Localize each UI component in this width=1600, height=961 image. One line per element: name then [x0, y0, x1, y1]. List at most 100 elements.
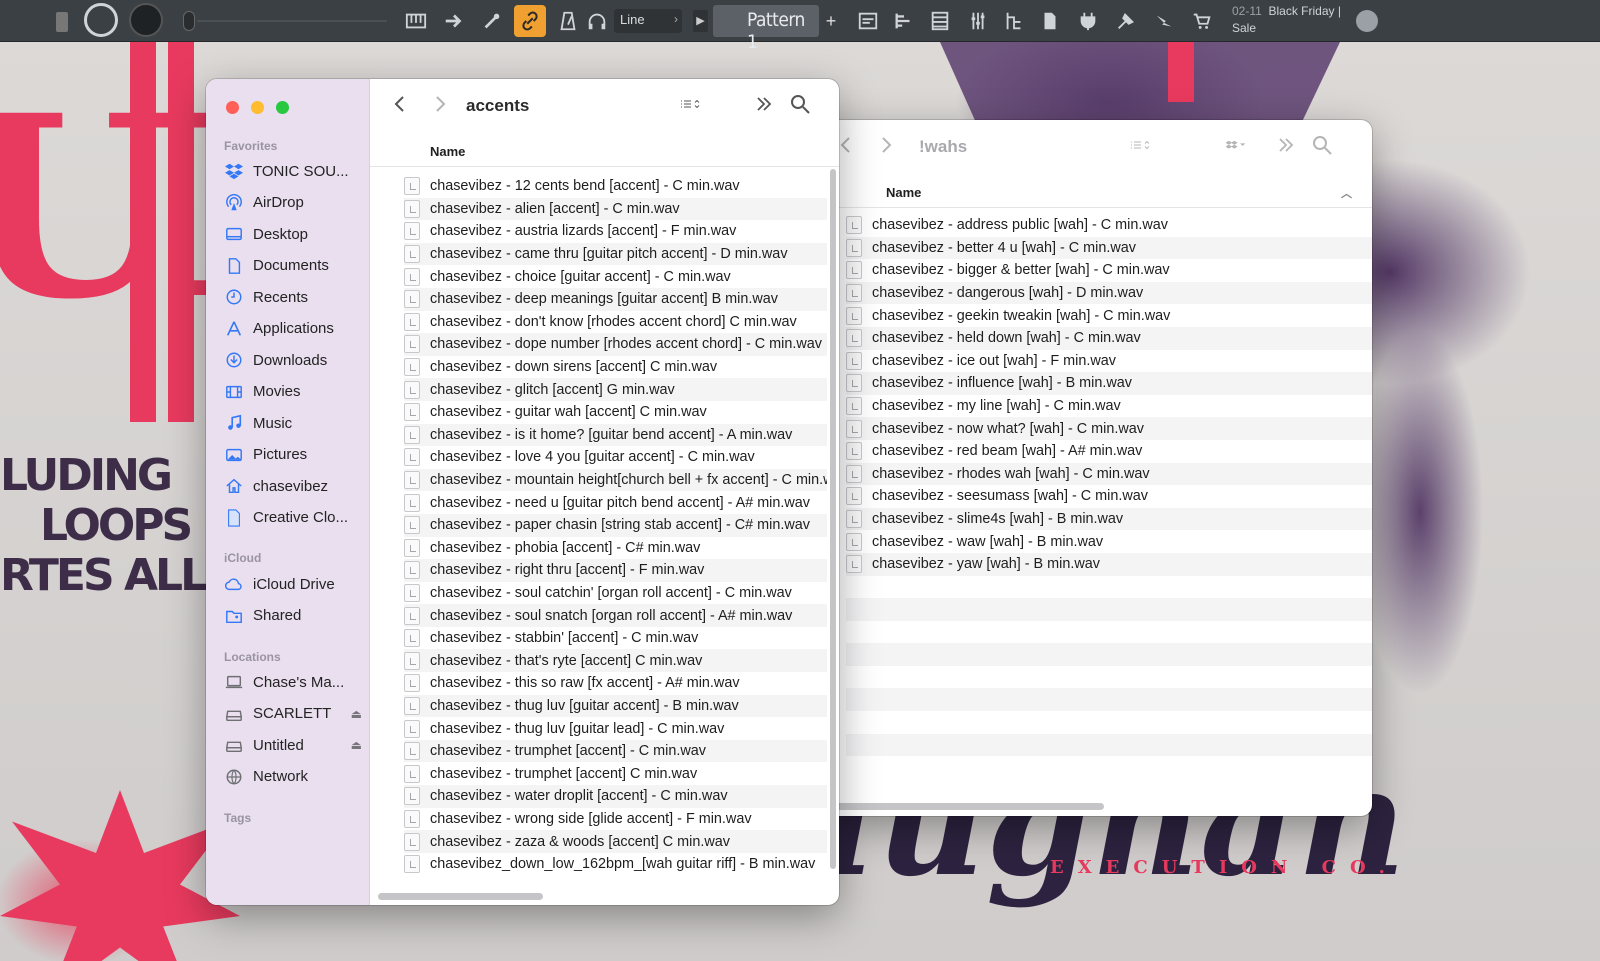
metronome-icon[interactable] [552, 5, 584, 37]
more-chevrons-icon[interactable] [1276, 135, 1296, 155]
back-chevron-icon[interactable] [390, 94, 410, 114]
column-header-name[interactable]: Name ︿ [826, 178, 1372, 208]
search-icon[interactable] [790, 94, 810, 114]
back-chevron-icon[interactable] [836, 135, 856, 155]
arrow-right-icon[interactable] [438, 5, 470, 37]
line-mode-select[interactable]: Line › [614, 9, 682, 33]
file-row[interactable]: chasevibez - held down [wah] - C min.wav [846, 326, 1372, 350]
file-row[interactable]: chasevibez - bigger & better [wah] - C m… [846, 259, 1372, 282]
file-row[interactable]: chasevibez - seesumass [wah] - C min.wav [846, 485, 1372, 508]
sidebar-item-airdrop[interactable]: AirDrop [224, 191, 364, 215]
mixer-faders-icon[interactable] [962, 5, 994, 37]
headphones-icon[interactable] [586, 5, 608, 37]
minimize-button[interactable] [251, 101, 264, 114]
forward-chevron-icon[interactable] [430, 94, 450, 114]
file-icon[interactable] [1034, 5, 1066, 37]
dropbox-icon[interactable] [1218, 135, 1254, 155]
tempo-slider[interactable] [183, 11, 393, 31]
finder-window-wahs[interactable]: !wahs Name ︿ chasevibez - address public… [826, 120, 1372, 816]
horizontal-scrollbar[interactable] [834, 803, 1104, 810]
sidebar-item-chasevibez[interactable]: chasevibez [224, 474, 364, 498]
file-row[interactable]: chasevibez - alien [accent] - C min.wav [404, 197, 827, 221]
eject-icon[interactable]: ⏏ [351, 738, 362, 752]
file-row[interactable]: chasevibez - dangerous [wah] - D min.wav [846, 281, 1372, 305]
file-row[interactable]: chasevibez - choice [guitar accent] - C … [404, 265, 827, 288]
file-row[interactable]: chasevibez - mountain height[church bell… [404, 468, 827, 492]
sidebar-item-icloud-drive[interactable]: iCloud Drive [224, 572, 364, 596]
file-row[interactable]: chasevibez - water droplit [accent] - C … [404, 785, 827, 808]
file-row[interactable]: chasevibez - guitar wah [accent] C min.w… [404, 401, 827, 424]
finder-window-accents[interactable]: Favorites TONIC SOU... AirDrop Desktop Docum… [206, 79, 839, 905]
file-row[interactable]: chasevibez - deep meanings [guitar accen… [404, 287, 827, 311]
sidebar-item-shared[interactable]: Shared [224, 604, 364, 628]
link-icon[interactable] [514, 5, 546, 37]
file-row[interactable]: chasevibez - influence [wah] - B min.wav [846, 372, 1372, 395]
sidebar-item-untitled[interactable]: Untitled ⏏ [224, 733, 364, 757]
sidebar-item-network[interactable]: Network [224, 765, 364, 789]
horizontal-scrollbar[interactable] [378, 893, 543, 900]
file-row[interactable]: chasevibez - glitch [accent] G min.wav [404, 378, 827, 401]
close-button[interactable] [226, 101, 239, 114]
file-row[interactable]: chasevibez - wrong side [glide accent] -… [404, 808, 827, 831]
sidebar-item-tonic-sou[interactable]: TONIC SOU... [224, 159, 364, 183]
sidebar-item-downloads[interactable]: Downloads [224, 348, 364, 372]
file-row[interactable]: chasevibez - zaza & woods [accent] C min… [404, 830, 827, 853]
file-row[interactable]: chasevibez - yaw [wah] - B min.wav [846, 552, 1372, 576]
tool-icon[interactable] [1110, 5, 1142, 37]
eject-icon[interactable]: ⏏ [351, 707, 362, 721]
file-row[interactable]: chasevibez - thug luv [guitar lead] - C … [404, 717, 827, 740]
master-pitch-knob[interactable] [129, 3, 163, 37]
piano-roll-icon[interactable] [888, 5, 920, 37]
sidebar-item-chase-s-ma[interactable]: Chase's Ma... [224, 670, 364, 694]
sidebar-item-music[interactable]: Music [224, 411, 364, 435]
column-header-name[interactable]: Name [370, 137, 839, 167]
sidebar-item-applications[interactable]: Applications [224, 317, 364, 341]
list-view-icon[interactable] [670, 94, 710, 114]
shopping-cart-icon[interactable] [1186, 5, 1218, 37]
file-row[interactable]: chasevibez - rhodes wah [wah] - C min.wa… [846, 462, 1372, 486]
vertical-scrollbar[interactable] [830, 169, 836, 869]
file-row[interactable]: chasevibez - austria lizards [accent] - … [404, 220, 827, 243]
sidebar-item-scarlett[interactable]: SCARLETT ⏏ [224, 702, 364, 726]
globe-icon[interactable] [1356, 10, 1378, 32]
mixer-icon[interactable] [56, 12, 68, 32]
file-row[interactable]: chasevibez - address public [wah] - C mi… [846, 214, 1372, 237]
file-row[interactable]: chasevibez - came thru [guitar pitch acc… [404, 242, 827, 266]
sidebar-item-movies[interactable]: Movies [224, 380, 364, 404]
file-row[interactable]: chasevibez - paper chasin [string stab a… [404, 513, 827, 537]
file-row[interactable]: chasevibez - phobia [accent] - C# min.wa… [404, 537, 827, 560]
file-row[interactable]: chasevibez - waw [wah] - B min.wav [846, 530, 1372, 553]
news-hint-panel[interactable]: 02-11 Black Friday | Sale [1232, 3, 1362, 37]
sidebar-item-recents[interactable]: Recents [224, 285, 364, 309]
file-row[interactable]: chasevibez - dope number [rhodes accent … [404, 333, 827, 356]
playlist-icon[interactable] [852, 5, 884, 37]
file-row[interactable]: chasevibez - my line [wah] - C min.wav [846, 395, 1372, 418]
file-row[interactable]: chasevibez - now what? [wah] - C min.wav [846, 417, 1372, 440]
download-tray-icon[interactable] [1148, 5, 1180, 37]
file-row[interactable]: chasevibez - soul snatch [organ roll acc… [404, 604, 827, 627]
sidebar-item-documents[interactable]: Documents [224, 254, 364, 278]
pattern-selector[interactable]: Pattern 1 [713, 5, 819, 53]
sidebar-item-creative-clo[interactable]: Creative Clo... [224, 506, 364, 530]
file-row[interactable]: chasevibez - need u [guitar pitch bend a… [404, 491, 827, 514]
file-row[interactable]: chasevibez - down sirens [accent] C min.… [404, 356, 827, 379]
file-row[interactable]: chasevibez - that's ryte [accent] C min.… [404, 649, 827, 673]
file-row[interactable]: chasevibez - love 4 you [guitar accent] … [404, 446, 827, 469]
file-row[interactable]: chasevibez_down_low_162bpm_[wah guitar r… [404, 853, 827, 876]
more-chevrons-icon[interactable] [754, 94, 774, 114]
pattern-prev-arrow[interactable]: ▶ [693, 10, 708, 32]
file-row[interactable]: chasevibez - stabbin' [accent] - C min.w… [404, 627, 827, 650]
hierarchy-icon[interactable] [998, 5, 1030, 37]
sidebar-item-desktop[interactable]: Desktop [224, 222, 364, 246]
master-volume-knob[interactable] [84, 3, 118, 37]
file-row[interactable]: chasevibez - slime4s [wah] - B min.wav [846, 507, 1372, 531]
file-row[interactable]: chasevibez - trumphet [accent] - C min.w… [404, 739, 827, 763]
forward-chevron-icon[interactable] [876, 135, 896, 155]
file-row[interactable]: chasevibez - don't know [rhodes accent c… [404, 311, 827, 334]
piano-keyboard-icon[interactable] [400, 5, 432, 37]
file-row[interactable]: chasevibez - trumphet [accent] C min.wav [404, 762, 827, 785]
add-pattern-button[interactable]: + [822, 7, 840, 35]
file-row[interactable]: chasevibez - geekin tweakin [wah] - C mi… [846, 304, 1372, 327]
file-row[interactable]: chasevibez - thug luv [guitar accent] - … [404, 694, 827, 718]
file-row[interactable]: chasevibez - better 4 u [wah] - C min.wa… [846, 236, 1372, 260]
